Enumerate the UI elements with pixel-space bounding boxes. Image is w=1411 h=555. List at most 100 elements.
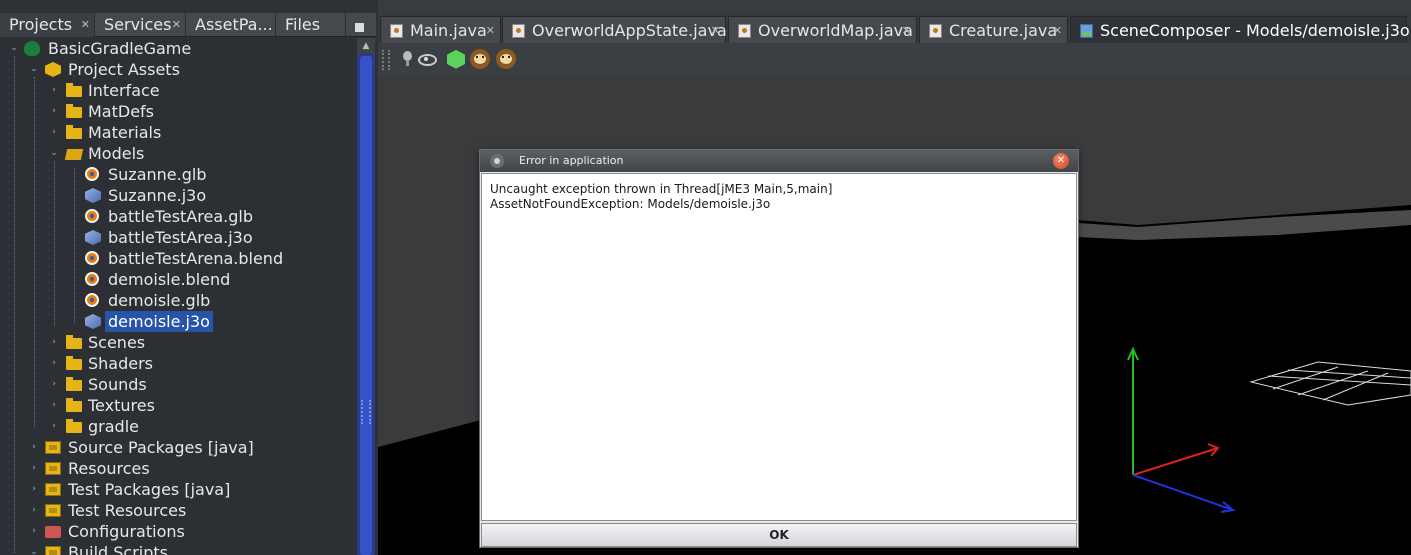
expand-icon[interactable]: › [48, 332, 60, 353]
tree-node-label: Textures [88, 396, 155, 415]
tab-overworldappstate-java[interactable]: OverworldAppState.java ✕ [502, 16, 727, 44]
cube-icon[interactable] [447, 50, 465, 69]
j3o-icon [85, 230, 101, 245]
expand-icon[interactable]: › [48, 122, 60, 143]
tab-projects-label: Projects [9, 15, 73, 34]
config-icon [45, 526, 61, 538]
expand-icon[interactable]: › [48, 395, 60, 416]
ok-button[interactable]: OK [481, 523, 1077, 547]
j3o-icon [85, 314, 101, 329]
tree-node-label: Sounds [88, 375, 147, 394]
java-file-icon [929, 24, 942, 38]
expand-icon[interactable]: › [28, 437, 40, 458]
close-icon[interactable]: ✕ [711, 17, 720, 44]
projects-tab-bar: Projects ✕ Services ✕ AssetPa... Files [0, 13, 376, 37]
tree-guide [54, 161, 55, 326]
close-icon[interactable]: ✕ [172, 13, 181, 37]
tree-node-label: Project Assets [68, 60, 180, 79]
tree-node-label: battleTestArea.j3o [108, 228, 253, 247]
blender-icon [85, 272, 99, 286]
collapse-icon[interactable]: ⌄ [28, 59, 40, 80]
tree-node-label: Shaders [88, 354, 154, 373]
blender-icon [85, 251, 99, 265]
java-file-icon [390, 24, 403, 38]
tab-label: SceneComposer - Models/demoisle.j3o [1100, 21, 1410, 40]
folder-icon [66, 83, 82, 97]
open-folder-icon [64, 149, 84, 160]
grip-icon [361, 400, 371, 424]
expand-icon[interactable]: › [28, 479, 40, 500]
scene-icon [1080, 24, 1093, 38]
tree-node-label: Resources [68, 459, 150, 478]
project-tree: ⌄ BasicGradleGame ⌄ Project Assets › Int… [0, 38, 357, 555]
expand-icon[interactable]: › [48, 353, 60, 374]
error-message: Uncaught exception thrown in Thread[jME3… [481, 173, 1077, 521]
dialog-titlebar[interactable]: Error in application ✕ [480, 150, 1078, 172]
tree-node-label: Models [88, 144, 145, 163]
close-icon[interactable]: ✕ [902, 17, 911, 44]
window-menu-icon[interactable] [490, 154, 504, 168]
blender-icon [85, 167, 99, 181]
collapse-icon[interactable]: ⌄ [48, 143, 60, 164]
scrollbar-thumb[interactable] [360, 56, 372, 555]
tree-node-label: Interface [88, 81, 160, 100]
folder-icon [66, 125, 82, 139]
close-icon[interactable]: ✕ [486, 17, 495, 44]
error-dialog: Error in application ✕ Uncaught exceptio… [479, 149, 1079, 548]
scene-toolbar [378, 43, 1411, 75]
tree-node-label: demoisle.glb [108, 291, 211, 310]
tab-label: Main.java [410, 21, 487, 40]
tree-node-label: battleTestArea.glb [108, 207, 253, 226]
close-icon[interactable]: ✕ [1053, 17, 1062, 44]
tab-creature-java[interactable]: Creature.java ✕ [919, 16, 1068, 43]
tab-label: OverworldAppState.java [532, 21, 727, 40]
tab-assetpacks-label: AssetPa... [195, 15, 273, 34]
expand-icon[interactable]: › [28, 458, 40, 479]
project-icon [24, 41, 40, 56]
tree-node-label: Source Packages [java] [68, 438, 254, 457]
tree-node-label: battleTestArena.blend [108, 249, 284, 268]
tree-node-label: BasicGradleGame [48, 39, 192, 58]
close-button[interactable]: ✕ [1053, 153, 1069, 169]
tab-services[interactable]: Services ✕ [95, 13, 186, 37]
tree-node-label: Build Scripts [68, 543, 168, 555]
scroll-up-icon[interactable]: ▲ [357, 38, 375, 54]
expand-icon[interactable]: › [48, 374, 60, 395]
java-file-icon [738, 24, 751, 38]
tree-node-label: demoisle.j3o [105, 311, 213, 332]
bulb-icon[interactable] [398, 49, 418, 69]
expand-icon[interactable]: › [48, 416, 60, 437]
folder-icon [66, 104, 82, 118]
monkey-icon[interactable] [496, 49, 516, 69]
monkey-icon[interactable] [470, 49, 490, 69]
tree-scrollbar[interactable]: ▲ [357, 38, 375, 555]
tab-scenecomposer[interactable]: SceneComposer - Models/demoisle.j3o [1070, 16, 1410, 43]
package-icon [45, 462, 61, 475]
package-icon [45, 546, 61, 555]
expand-icon[interactable]: › [28, 500, 40, 521]
folder-icon [66, 377, 82, 391]
expand-icon[interactable]: › [48, 80, 60, 101]
blender-icon [85, 209, 99, 223]
tab-label: OverworldMap.java [758, 21, 913, 40]
close-icon[interactable]: ✕ [81, 13, 90, 37]
eye-icon[interactable] [417, 49, 437, 69]
expand-icon[interactable]: › [48, 101, 60, 122]
expand-icon[interactable]: › [28, 521, 40, 542]
tab-files[interactable]: Files [276, 13, 346, 37]
tree-node-label: Scenes [88, 333, 146, 352]
collapse-icon[interactable]: ⌄ [28, 542, 40, 555]
collapse-icon[interactable]: ⌄ [8, 38, 20, 59]
tree-node-label: Configurations [68, 522, 185, 541]
tab-services-label: Services [104, 15, 172, 34]
tab-projects[interactable]: Projects ✕ [0, 13, 95, 37]
tab-overworldmap-java[interactable]: OverworldMap.java ✕ [728, 16, 917, 43]
toolbar-grip-icon[interactable] [382, 50, 390, 70]
tab-main-java[interactable]: Main.java ✕ [380, 16, 501, 43]
tree-guide [74, 168, 75, 323]
tab-assetpacks[interactable]: AssetPa... [186, 13, 276, 37]
assets-icon [45, 62, 61, 77]
tree-node-label: Suzanne.glb [108, 165, 207, 184]
package-icon [45, 441, 61, 454]
minimize-panel-button[interactable] [346, 13, 376, 37]
